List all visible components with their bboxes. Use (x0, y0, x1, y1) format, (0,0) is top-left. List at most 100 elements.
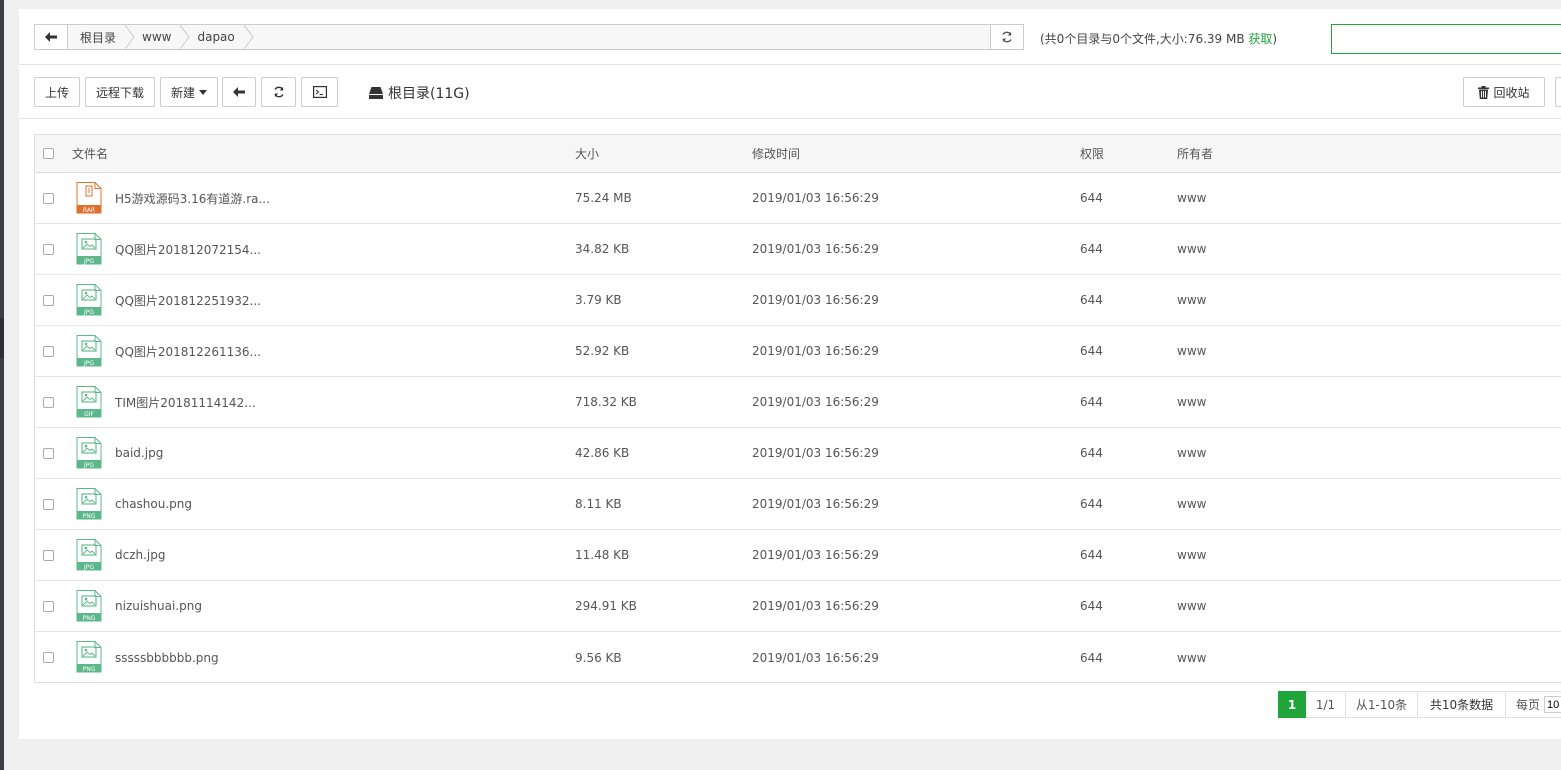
checkbox[interactable] (43, 243, 54, 255)
file-name[interactable]: TIM图片20181114142... (115, 377, 256, 427)
refresh-button[interactable] (261, 77, 296, 107)
checkbox[interactable] (43, 652, 54, 663)
page-total: 共10条数据 (1418, 691, 1506, 718)
checkbox[interactable] (43, 345, 54, 357)
file-permission[interactable]: 644 (1080, 479, 1103, 529)
file-name[interactable]: QQ图片201812261136... (115, 326, 261, 376)
file-name[interactable]: baid.jpg (115, 428, 163, 478)
file-permission[interactable]: 644 (1080, 377, 1103, 427)
chevron-right-icon (243, 25, 254, 49)
file-manager-panel: 根目录 www dapao (共0个目录与0个文件,大小:76.39 MB 获取) … (19, 9, 1561, 739)
file-permission[interactable]: 644 (1080, 173, 1103, 223)
row-checkbox-cell[interactable] (43, 479, 54, 529)
file-permission[interactable]: 644 (1080, 326, 1103, 376)
file-name[interactable]: dczh.jpg (115, 530, 166, 580)
file-type-label: PNG (83, 513, 96, 520)
row-checkbox-cell[interactable] (43, 326, 54, 376)
new-dropdown-button[interactable]: 新建 (160, 77, 218, 107)
row-checkbox-cell[interactable] (43, 377, 54, 427)
breadcrumb-item[interactable]: dapao (185, 25, 254, 49)
search-input[interactable] (1331, 24, 1561, 54)
row-checkbox-cell[interactable] (43, 530, 54, 580)
file-name[interactable]: H5游戏源码3.16有道游.ra... (115, 173, 270, 223)
file-owner[interactable]: www (1177, 224, 1206, 274)
back-button[interactable] (35, 25, 68, 49)
row-checkbox-cell[interactable] (43, 275, 54, 325)
breadcrumb-item[interactable]: 根目录 (68, 25, 135, 49)
header-size[interactable]: 大小 (575, 135, 599, 172)
row-checkbox-cell[interactable] (43, 428, 54, 478)
disk-selector[interactable]: 根目录(11G) (369, 83, 470, 103)
file-permission[interactable]: 644 (1080, 428, 1103, 478)
table-row[interactable]: JPG baid.jpg 42.86 KB 2019/01/03 16:56:29 64… (35, 428, 1561, 479)
disk-label: 根目录(11G) (388, 86, 470, 102)
sidebar-marker (0, 318, 4, 358)
page-range: 从1-10条 (1346, 691, 1418, 718)
file-owner[interactable]: www (1177, 428, 1206, 478)
breadcrumb-item[interactable]: www (130, 25, 191, 49)
table-row[interactable]: PNG sssssbbbbbb.png 9.56 KB 2019/01/03 16:5… (35, 632, 1561, 683)
row-checkbox-cell[interactable] (43, 173, 54, 223)
directory-info-text: (共0个目录与0个文件,大小:76.39 MB (1040, 32, 1249, 46)
checkbox[interactable] (43, 549, 54, 561)
header-divider (19, 64, 1561, 65)
file-size: 34.82 KB (575, 242, 630, 256)
file-owner[interactable]: www (1177, 632, 1206, 683)
row-checkbox-cell[interactable] (43, 632, 54, 683)
per-page: 每页 (1506, 691, 1561, 718)
remote-download-button[interactable]: 远程下载 (85, 77, 155, 107)
terminal-button[interactable] (301, 77, 338, 107)
file-name[interactable]: nizuishuai.png (115, 581, 202, 631)
table-row[interactable]: JPG QQ图片201812072154... 34.82 KB 2019/01/03… (35, 224, 1561, 275)
header-name[interactable]: 文件名 (72, 135, 108, 172)
file-name[interactable]: QQ图片201812072154... (115, 224, 261, 274)
file-owner[interactable]: www (1177, 326, 1206, 376)
file-name[interactable]: QQ图片201812251932... (115, 275, 261, 325)
fetch-size-link[interactable]: 获取 (1248, 32, 1272, 46)
file-permission[interactable]: 644 (1080, 224, 1103, 274)
table-row[interactable]: GIF TIM图片20181114142... 718.32 KB 2019/01/0… (35, 377, 1561, 428)
file-permission[interactable]: 644 (1080, 530, 1103, 580)
per-page-input[interactable] (1544, 696, 1561, 713)
table-row[interactable]: PNG nizuishuai.png 294.91 KB 2019/01/03 16:… (35, 581, 1561, 632)
file-table: 文件名 大小 修改时间 权限 所有者 RAR H5游戏源码3.16有道游.ra..… (34, 134, 1561, 683)
file-owner[interactable]: www (1177, 479, 1206, 529)
header-mtime[interactable]: 修改时间 (752, 135, 800, 172)
checkbox[interactable] (43, 396, 54, 408)
table-row[interactable]: JPG dczh.jpg 11.48 KB 2019/01/03 16:56:29 64… (35, 530, 1561, 581)
file-permission[interactable]: 644 (1080, 275, 1103, 325)
file-owner[interactable]: www (1177, 275, 1206, 325)
checkbox[interactable] (43, 294, 54, 306)
table-row[interactable]: JPG QQ图片201812251932... 3.79 KB 2019/01/03 … (35, 275, 1561, 326)
row-checkbox-cell[interactable] (43, 224, 54, 274)
file-permission[interactable]: 644 (1080, 632, 1103, 683)
checkbox[interactable] (43, 447, 54, 459)
upload-button[interactable]: 上传 (34, 77, 80, 107)
file-owner[interactable]: www (1177, 530, 1206, 580)
table-row[interactable]: PNG chashou.png 8.11 KB 2019/01/03 16:56:29… (35, 479, 1561, 530)
file-mtime: 2019/01/03 16:56:29 (752, 344, 879, 358)
checkbox[interactable] (43, 498, 54, 510)
checkbox[interactable] (43, 192, 54, 204)
go-back-button[interactable] (222, 77, 256, 107)
file-owner[interactable]: www (1177, 377, 1206, 427)
file-owner[interactable]: www (1177, 173, 1206, 223)
header-owner: 所有者 (1177, 147, 1214, 161)
select-all-checkbox[interactable] (43, 135, 54, 172)
trash-icon (1478, 85, 1490, 99)
image-file-icon: PNG (76, 641, 102, 673)
page-current[interactable]: 1 (1278, 691, 1306, 718)
row-checkbox-cell[interactable] (43, 581, 54, 631)
address-refresh-button[interactable] (990, 25, 1023, 49)
more-button[interactable] (1555, 77, 1561, 107)
remote-download-label: 远程下载 (95, 85, 144, 100)
file-permission[interactable]: 644 (1080, 581, 1103, 631)
file-owner[interactable]: www (1177, 581, 1206, 631)
recycle-bin-button[interactable]: 回收站 (1463, 77, 1545, 107)
checkbox[interactable] (43, 148, 54, 159)
table-row[interactable]: JPG QQ图片201812261136... 52.92 KB 2019/01/03… (35, 326, 1561, 377)
file-name[interactable]: sssssbbbbbb.png (115, 632, 219, 683)
table-row[interactable]: RAR H5游戏源码3.16有道游.ra... 75.24 MB 2019/01/03… (35, 173, 1561, 224)
file-name[interactable]: chashou.png (115, 479, 192, 529)
checkbox[interactable] (43, 600, 54, 612)
